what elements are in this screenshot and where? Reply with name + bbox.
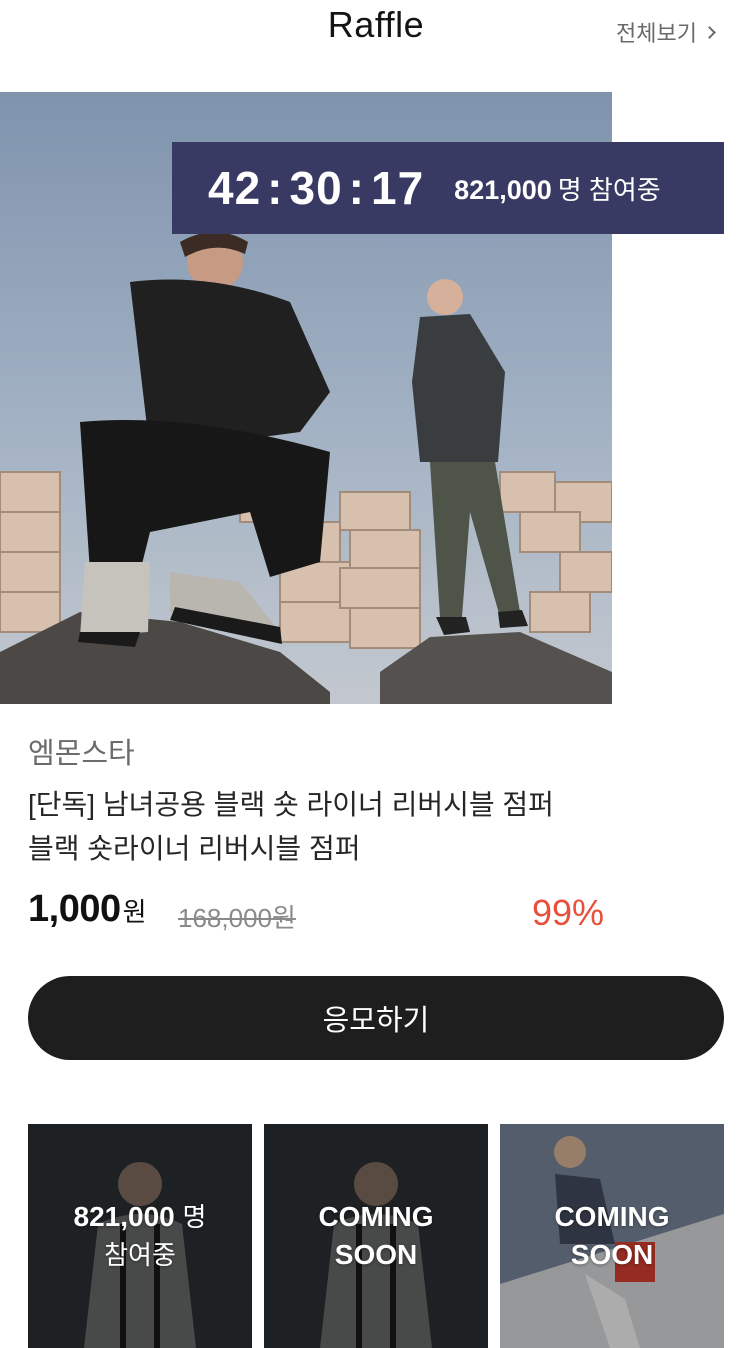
raffle-thumbnail[interactable]: COMING SOON bbox=[264, 1124, 488, 1348]
header: Raffle 전체보기 bbox=[0, 0, 752, 60]
thumbnail-line1: COMING bbox=[554, 1201, 670, 1232]
sale-price-unit: 원 bbox=[122, 897, 147, 927]
thumbnail-line2: SOON bbox=[570, 1239, 654, 1270]
view-all-label: 전체보기 bbox=[616, 21, 697, 46]
thumbnail-line1: 821,000 bbox=[73, 1201, 175, 1232]
thumbnail-line2: SOON bbox=[334, 1239, 418, 1270]
sale-price: 1,000원 bbox=[28, 888, 147, 931]
timer-minutes: 30 bbox=[289, 162, 343, 214]
participants-unit: 명 참여중 bbox=[557, 174, 661, 205]
thumbnail-overlay-text: 821,000 명 참여중 bbox=[28, 1124, 252, 1348]
raffle-timer-banner: 42 : 30 : 17 821,000 명 참여중 bbox=[172, 142, 724, 234]
original-price: 168,000원 bbox=[178, 903, 296, 933]
countdown-timer: 42 : 30 : 17 bbox=[208, 161, 424, 215]
raffle-thumbnail[interactable]: COMING SOON bbox=[500, 1124, 724, 1348]
timer-seconds: 17 bbox=[371, 162, 425, 214]
thumbnail-overlay-text: COMING SOON bbox=[500, 1124, 724, 1348]
apply-button[interactable]: 응모하기 bbox=[28, 976, 724, 1060]
price-row: 1,000원 168,000원 99% bbox=[28, 888, 608, 938]
product-name-line1: [단독] 남녀공용 블랙 숏 라이너 리버시블 점퍼 bbox=[28, 789, 554, 820]
timer-hours: 42 bbox=[208, 162, 262, 214]
brand-name[interactable]: 엠몬스타 bbox=[28, 730, 135, 772]
chevron-right-icon bbox=[703, 26, 716, 39]
timer-separator: : bbox=[348, 162, 365, 214]
thumbnail-line2: 참여중 bbox=[104, 1240, 176, 1270]
raffle-thumbnail-list: 821,000 명 참여중 COMING SOON COMING SOON bbox=[28, 1124, 724, 1348]
sale-price-value: 1,000 bbox=[28, 888, 121, 930]
thumbnail-line1: COMING bbox=[318, 1201, 434, 1232]
product-name[interactable]: [단독] 남녀공용 블랙 숏 라이너 리버시블 점퍼 블랙 숏라이너 리버시블 … bbox=[28, 783, 554, 871]
timer-separator: : bbox=[267, 162, 284, 214]
product-name-line2: 블랙 숏라이너 리버시블 점퍼 bbox=[28, 833, 361, 864]
thumbnail-line1-unit: 명 bbox=[182, 1202, 207, 1232]
discount-rate: 99% bbox=[531, 892, 604, 933]
thumbnail-overlay-text: COMING SOON bbox=[264, 1124, 488, 1348]
participants-count: 821,000 명 참여중 bbox=[454, 170, 661, 207]
participants-number: 821,000 bbox=[454, 174, 552, 205]
view-all-link[interactable]: 전체보기 bbox=[616, 16, 716, 48]
raffle-thumbnail[interactable]: 821,000 명 참여중 bbox=[28, 1124, 252, 1348]
